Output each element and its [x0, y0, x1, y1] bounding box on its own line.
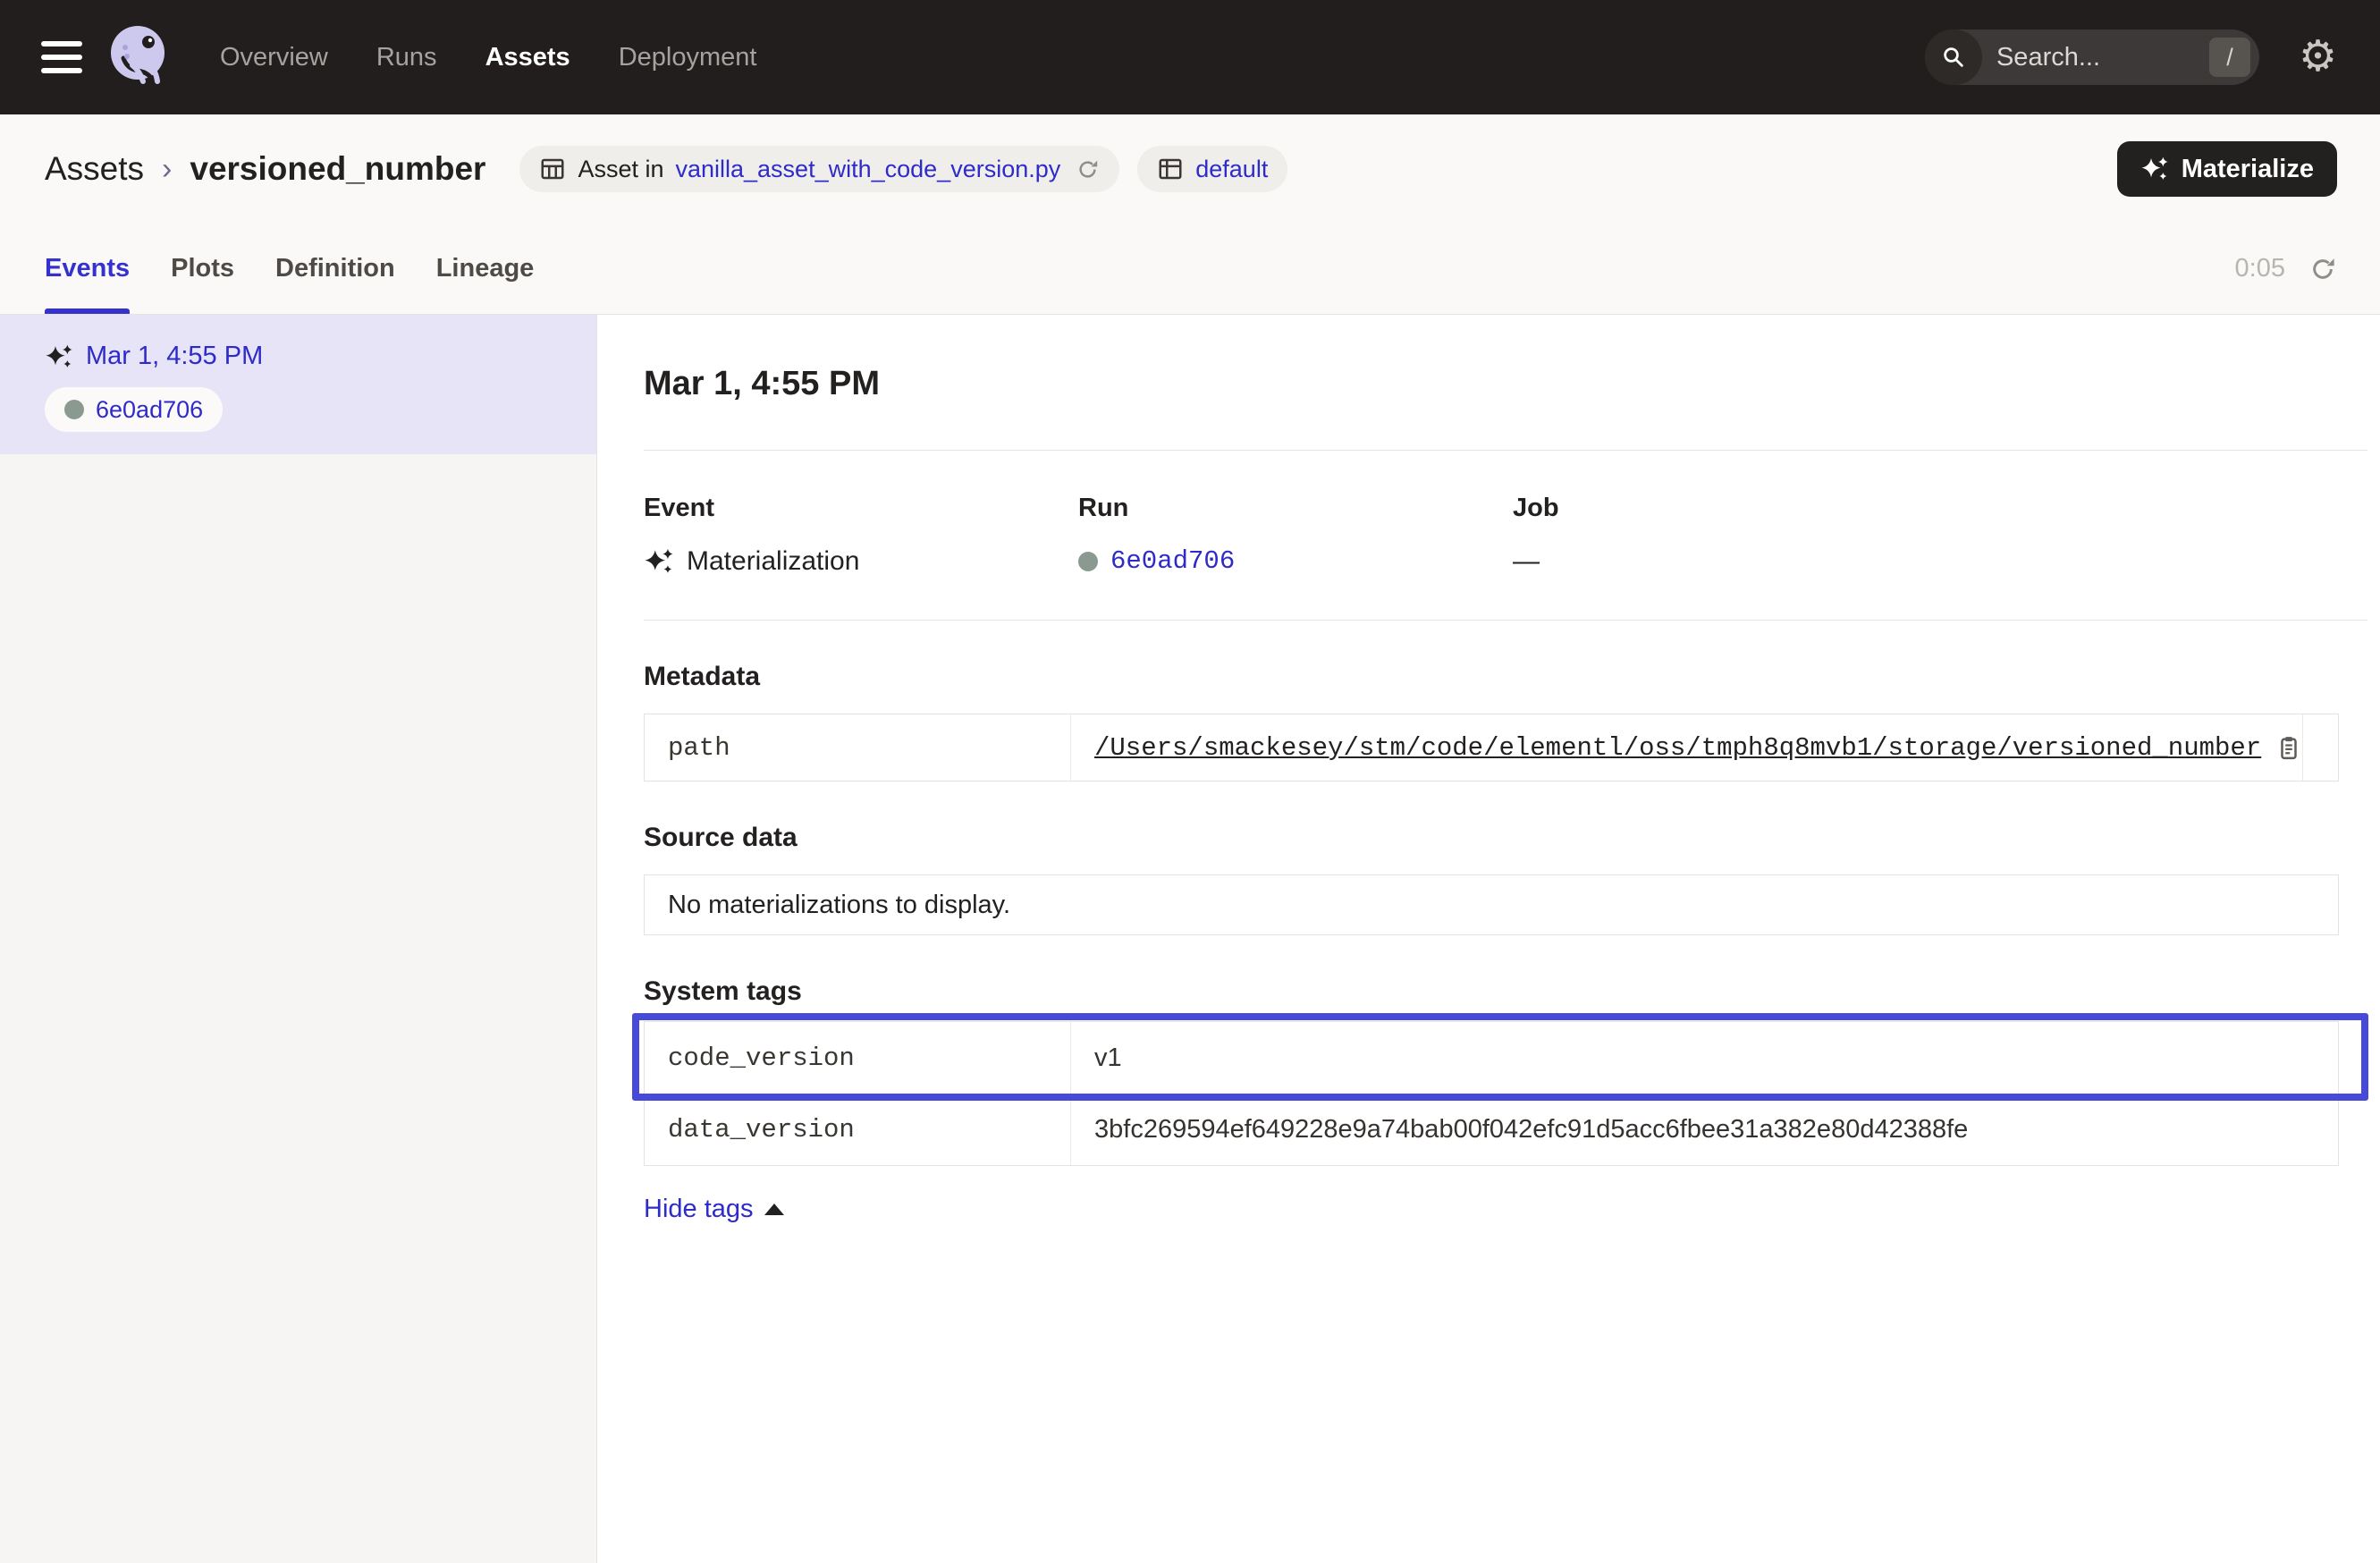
system-tags-section-title: System tags: [644, 976, 2367, 1007]
asset-pill-prefix: Asset in: [578, 156, 663, 183]
nav-item-deployment[interactable]: Deployment: [619, 43, 757, 72]
dagster-logo: [105, 22, 175, 92]
tag-value: 3bfc269594ef649228e9a74bab00f042efc91d5a…: [1071, 1094, 2338, 1165]
tag-key: code_version: [645, 1022, 1071, 1094]
refresh-countdown: 0:05: [2235, 254, 2285, 283]
event-type-value: Materialization: [687, 546, 859, 577]
source-data-empty-text: No materializations to display.: [668, 891, 1010, 920]
asset-tabs-row: Events Plots Definition Lineage 0:05: [0, 224, 2380, 315]
tab-plots[interactable]: Plots: [171, 224, 234, 314]
table-grid-icon: [539, 156, 566, 182]
settings-gear-icon[interactable]: ⚙: [2299, 36, 2337, 79]
search-input[interactable]: [1996, 43, 2166, 72]
sparkle-icon: [2140, 155, 2169, 183]
reload-definition-icon[interactable]: [1076, 157, 1100, 182]
event-detail-panel: Mar 1, 4:55 PM Event Materialization: [597, 315, 2380, 1563]
nav-item-assets[interactable]: Assets: [485, 43, 570, 72]
breadcrumb-current-asset: versioned_number: [190, 150, 485, 188]
materialization-sparkle-icon: [45, 342, 73, 371]
job-column-label: Job: [1513, 494, 1947, 523]
event-timestamp: Mar 1, 4:55 PM: [86, 342, 263, 371]
asset-definition-pill: Asset in vanilla_asset_with_code_version…: [519, 146, 1119, 192]
tab-events[interactable]: Events: [45, 224, 130, 314]
asset-group-pill: default: [1137, 146, 1287, 192]
copy-icon[interactable]: [2275, 734, 2302, 761]
group-default-link[interactable]: default: [1195, 156, 1268, 183]
collapse-arrow-icon: [764, 1204, 784, 1215]
table-row-data-version: data_version 3bfc269594ef649228e9a74bab0…: [645, 1094, 2338, 1165]
materialize-button-label: Materialize: [2182, 155, 2314, 184]
search-shortcut-badge: /: [2209, 38, 2250, 77]
divider: [644, 620, 2367, 621]
hide-tags-label: Hide tags: [644, 1195, 754, 1224]
search-icon: [1925, 30, 1982, 85]
table-row: path /Users/smackesey/stm/code/elementl/…: [645, 714, 2338, 781]
top-bar: Overview Runs Assets Deployment / ⚙: [0, 0, 2380, 114]
run-chip-id: 6e0ad706: [96, 396, 203, 424]
run-id-link[interactable]: 6e0ad706: [1110, 546, 1235, 576]
menu-icon[interactable]: [41, 41, 82, 73]
asset-header: Assets › versioned_number Asset in vanil…: [0, 114, 2380, 224]
divider: [644, 450, 2367, 451]
materialization-sparkle-icon: [644, 546, 674, 577]
run-chip[interactable]: 6e0ad706: [45, 387, 223, 432]
tag-key: data_version: [645, 1094, 1071, 1165]
events-sidebar: Mar 1, 4:55 PM 6e0ad706: [0, 315, 597, 1563]
asset-file-link[interactable]: vanilla_asset_with_code_version.py: [675, 156, 1060, 183]
system-tags-table: code_version v1 data_version 3bfc269594e…: [644, 1021, 2339, 1166]
refresh-icon[interactable]: [2308, 255, 2337, 283]
event-list-item-selected[interactable]: Mar 1, 4:55 PM 6e0ad706: [0, 315, 596, 454]
event-heading: Mar 1, 4:55 PM: [644, 365, 2367, 403]
group-grid-icon: [1157, 156, 1184, 182]
search-box[interactable]: /: [1925, 30, 2259, 85]
tab-lineage[interactable]: Lineage: [436, 224, 535, 314]
top-navigation: Overview Runs Assets Deployment: [220, 43, 756, 72]
run-status-dot: [1078, 552, 1098, 571]
nav-item-runs[interactable]: Runs: [376, 43, 437, 72]
materialize-button[interactable]: Materialize: [2117, 141, 2337, 197]
metadata-path-link[interactable]: /Users/smackesey/stm/code/elementl/oss/t…: [1094, 733, 2261, 763]
event-column-label: Event: [644, 494, 1078, 523]
source-data-section-title: Source data: [644, 823, 2367, 853]
source-data-empty-state: No materializations to display.: [644, 874, 2339, 935]
metadata-actions-cell: [2302, 714, 2349, 781]
run-column-label: Run: [1078, 494, 1513, 523]
metadata-section-title: Metadata: [644, 662, 2367, 692]
metadata-table: path /Users/smackesey/stm/code/elementl/…: [644, 714, 2339, 782]
nav-item-overview[interactable]: Overview: [220, 43, 328, 72]
table-row-code-version: code_version v1: [645, 1022, 2338, 1094]
tag-value: v1: [1071, 1022, 2338, 1094]
breadcrumb-chevron-icon: ›: [162, 152, 172, 187]
run-status-dot: [64, 400, 84, 419]
job-empty-value: —: [1513, 546, 1540, 577]
breadcrumb-assets-link[interactable]: Assets: [45, 150, 144, 188]
hide-tags-toggle[interactable]: Hide tags: [644, 1195, 2367, 1224]
event-summary: Event Materialization Run 6: [644, 494, 2367, 577]
metadata-key: path: [645, 714, 1071, 781]
tab-definition[interactable]: Definition: [275, 224, 395, 314]
